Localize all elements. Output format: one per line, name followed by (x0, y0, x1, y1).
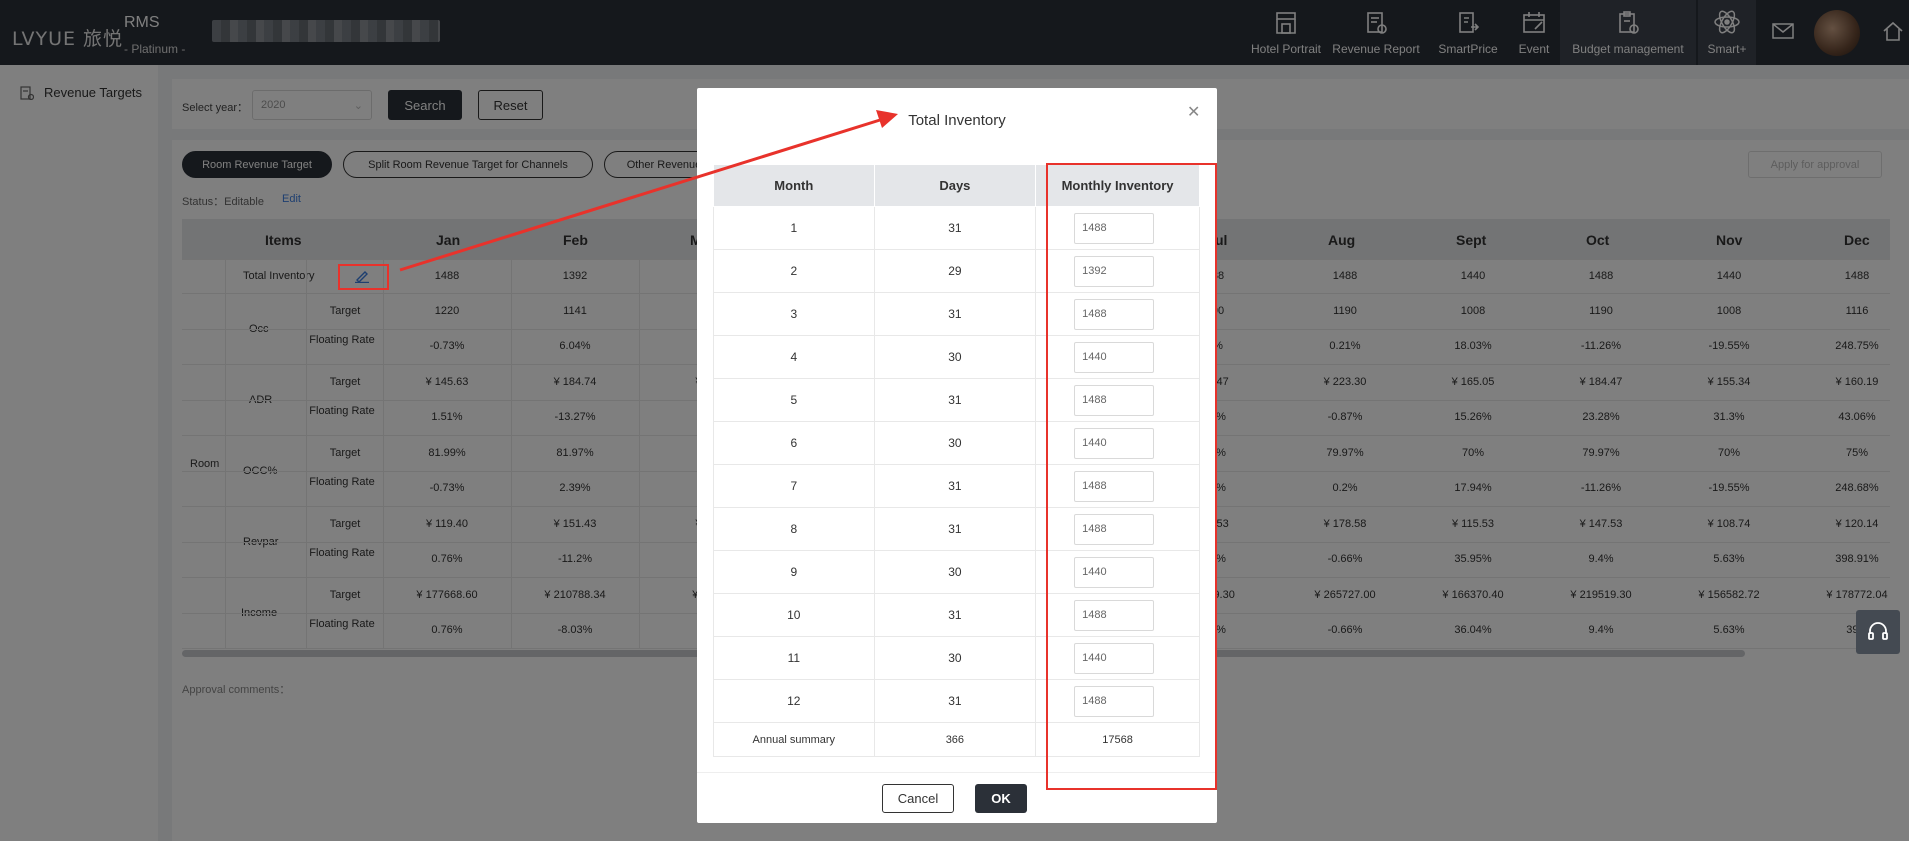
annotation-arrow (399, 110, 898, 272)
